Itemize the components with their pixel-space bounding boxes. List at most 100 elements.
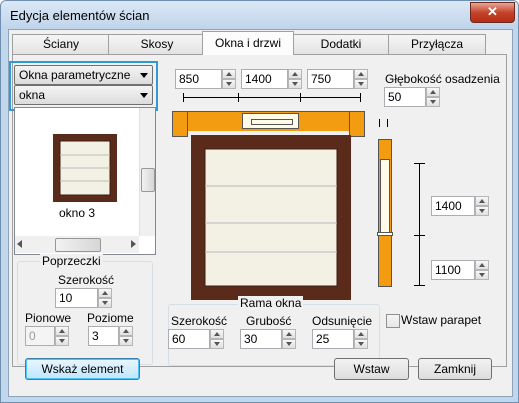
top-dimension-line <box>183 97 361 98</box>
width-left-value[interactable]: 850 <box>175 69 222 89</box>
show-element-button[interactable]: Wskaż element <box>25 358 140 380</box>
side-dimension-line <box>419 163 420 286</box>
parapet-label[interactable]: Wstaw parapet <box>401 313 481 327</box>
spin-down-icon[interactable] <box>426 97 440 107</box>
frame-group-label: Rama okna <box>238 296 304 310</box>
preview-horizontal-scrollbar[interactable] <box>15 236 139 253</box>
preview-vertical-scrollbar[interactable] <box>139 108 155 236</box>
spin-up-icon[interactable] <box>475 260 489 270</box>
tab-connections[interactable]: Przyłącza <box>388 34 486 54</box>
vertical-crossbars-spinner[interactable]: 0 <box>25 326 69 346</box>
window-title: Edycja elementów ścian <box>10 8 150 23</box>
spin-down-icon[interactable] <box>475 270 489 280</box>
frame-offset-label: Odsunięcie <box>312 314 373 328</box>
type-dropdown[interactable]: okna <box>14 85 153 105</box>
window-thumbnail[interactable] <box>53 134 117 202</box>
width-middle-spinner[interactable]: 1400 <box>241 69 302 89</box>
close-window-button[interactable]: ✕ <box>470 2 515 23</box>
vertical-crossbars-value[interactable]: 0 <box>25 326 55 346</box>
scroll-left-icon[interactable] <box>17 240 22 248</box>
spin-up-icon[interactable] <box>426 87 440 97</box>
spin-down-icon[interactable] <box>98 298 112 308</box>
horizontal-crossbars-value[interactable]: 3 <box>88 326 119 346</box>
width-right-spinner[interactable]: 750 <box>307 69 368 89</box>
frame-thickness-value[interactable]: 30 <box>240 329 282 349</box>
dialog-window: Edycja elementów ścian ✕ Ściany Skosy Ok… <box>0 0 519 403</box>
spin-up-icon[interactable] <box>354 329 368 339</box>
close-button[interactable]: Zamknij <box>418 358 492 380</box>
spin-down-icon[interactable] <box>475 206 489 216</box>
dimension-tick <box>414 285 425 286</box>
window-frame-side-view <box>380 159 390 233</box>
height-top-spinner[interactable]: 1400 <box>431 196 489 216</box>
height-bottom-value[interactable]: 1100 <box>431 260 475 280</box>
width-left-spinner[interactable]: 850 <box>175 69 236 89</box>
crossbar-width-value[interactable]: 10 <box>55 288 98 308</box>
parapet-checkbox[interactable] <box>386 314 400 328</box>
frame-thickness-spinner[interactable]: 30 <box>240 329 296 349</box>
spin-up-icon[interactable] <box>98 288 112 298</box>
dimension-tick <box>414 235 425 236</box>
tab-slopes[interactable]: Skosy <box>108 34 206 54</box>
tab-extras[interactable]: Dodatki <box>292 34 390 54</box>
spin-up-icon[interactable] <box>282 329 296 339</box>
category-dropdown[interactable]: Okna parametryczne <box>14 65 153 85</box>
depth-label: Głębokość osadzenia <box>385 72 500 86</box>
horizontal-scroll-thumb[interactable] <box>55 238 101 252</box>
frame-offset-value[interactable]: 25 <box>312 329 354 349</box>
spin-down-icon[interactable] <box>354 339 368 349</box>
spin-up-icon[interactable] <box>55 326 69 336</box>
scroll-right-icon[interactable] <box>131 240 136 248</box>
window-front-view <box>191 135 351 300</box>
depth-value[interactable]: 50 <box>384 87 426 107</box>
frame-offset-spinner[interactable]: 25 <box>312 329 368 349</box>
frame-width-spinner[interactable]: 60 <box>168 329 224 349</box>
spin-up-icon[interactable] <box>475 196 489 206</box>
frame-width-value[interactable]: 60 <box>168 329 210 349</box>
crossbar-width-label: Szerokość <box>58 273 115 287</box>
crossbar-width-spinner[interactable]: 10 <box>55 288 112 308</box>
dimension-tick <box>300 93 301 102</box>
insert-button[interactable]: Wstaw <box>334 358 409 380</box>
chevron-down-icon <box>140 93 148 98</box>
spin-up-icon[interactable] <box>119 326 133 336</box>
dimension-tick <box>183 93 184 102</box>
horizontal-crossbars-spinner[interactable]: 3 <box>88 326 133 346</box>
depth-tick <box>387 119 388 127</box>
spin-down-icon[interactable] <box>119 336 133 346</box>
tab-walls[interactable]: Ściany <box>12 34 110 54</box>
title-bar[interactable]: Edycja elementów ścian ✕ <box>1 1 518 29</box>
spin-down-icon[interactable] <box>55 336 69 346</box>
category-value: Okna parametryczne <box>19 68 131 82</box>
tab-panel: Okna parametryczne okna okno 3 850 1400 … <box>9 54 507 367</box>
spin-up-icon[interactable] <box>354 69 368 79</box>
wall-section-right <box>349 111 365 137</box>
dimension-tick <box>414 163 425 164</box>
type-value: okna <box>19 88 46 102</box>
dimension-tick <box>360 93 361 102</box>
dialog-client: Ściany Skosy Okna i drzwi Dodatki Przyłą… <box>8 29 513 397</box>
spin-down-icon[interactable] <box>288 79 302 89</box>
preview-item-label: okno 3 <box>59 206 96 220</box>
width-middle-value[interactable]: 1400 <box>241 69 288 89</box>
height-top-value[interactable]: 1400 <box>431 196 475 216</box>
spin-down-icon[interactable] <box>210 339 224 349</box>
spin-up-icon[interactable] <box>210 329 224 339</box>
horizontal-crossbars-label: Poziome <box>87 311 134 325</box>
frame-thickness-label: Grubość <box>246 314 292 328</box>
spin-down-icon[interactable] <box>354 79 368 89</box>
spin-up-icon[interactable] <box>288 69 302 79</box>
width-right-value[interactable]: 750 <box>307 69 354 89</box>
window-frame-top-view <box>242 113 299 129</box>
tab-windows-doors[interactable]: Okna i drzwi <box>202 31 294 55</box>
vertical-scroll-thumb[interactable] <box>141 168 155 192</box>
vertical-crossbars-label: Pionowe <box>25 311 72 325</box>
spin-up-icon[interactable] <box>222 69 236 79</box>
frame-width-label: Szerokość <box>171 314 228 328</box>
height-bottom-spinner[interactable]: 1100 <box>431 260 489 280</box>
spin-down-icon[interactable] <box>222 79 236 89</box>
element-preview-list[interactable]: okno 3 <box>14 107 156 255</box>
wall-section-left <box>172 111 188 137</box>
spin-down-icon[interactable] <box>282 339 296 349</box>
depth-spinner[interactable]: 50 <box>384 87 440 107</box>
